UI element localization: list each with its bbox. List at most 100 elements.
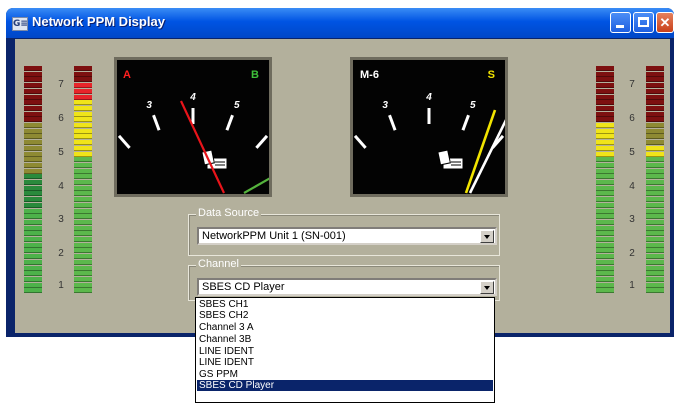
channel-option[interactable]: Channel 3 A (197, 322, 493, 333)
left-level-bar (74, 66, 92, 294)
led-segment (646, 128, 664, 134)
maximize-icon (638, 17, 649, 27)
led-segment (596, 128, 614, 134)
led-segment (74, 191, 92, 197)
led-segment (74, 225, 92, 231)
led-segment (646, 145, 664, 151)
led-segment (24, 94, 42, 100)
led-segment (596, 276, 614, 282)
led-segment (24, 248, 42, 254)
data-source-select[interactable]: NetworkPPM Unit 1 (SN-001) (197, 227, 497, 245)
channel-value: SBES CD Player (202, 281, 285, 293)
led-segment (74, 83, 92, 89)
led-segment (596, 94, 614, 100)
led-segment (74, 185, 92, 191)
led-segment (646, 88, 664, 94)
channel-option[interactable]: GS PPM (197, 369, 493, 380)
led-segment (596, 168, 614, 174)
channel-option-selected[interactable]: SBES CD Player (197, 380, 493, 391)
meter-tick-label: 3 (146, 100, 152, 111)
led-segment (24, 168, 42, 174)
data-source-dropdown-button[interactable] (480, 230, 494, 243)
led-segment (596, 242, 614, 248)
scale-label: 1 (629, 280, 635, 291)
channel-option[interactable]: LINE IDENT (197, 357, 493, 368)
maximize-button[interactable] (633, 12, 654, 33)
scale-label: 3 (58, 214, 64, 225)
left-peak-bar (24, 66, 42, 294)
led-segment (74, 237, 92, 242)
scale-label: 2 (629, 248, 635, 259)
led-segment (74, 174, 92, 180)
led-segment (74, 71, 92, 77)
led-segment (74, 282, 92, 288)
led-segment (596, 117, 614, 123)
led-segment (596, 157, 614, 163)
led-segment (646, 157, 664, 163)
led-segment (24, 157, 42, 163)
led-segment (74, 248, 92, 254)
led-segment (596, 145, 614, 151)
led-segment (24, 88, 42, 94)
scale-label: 7 (629, 79, 635, 90)
meter-tick-label: 5 (470, 100, 476, 111)
led-segment (646, 71, 664, 77)
meter-m6-s: 1234567 M-6 S (350, 57, 508, 197)
led-segment (646, 66, 664, 71)
app-icon: G≡ (12, 17, 28, 31)
led-segment (24, 254, 42, 260)
meter-label-a: A (123, 69, 131, 81)
led-segment (596, 185, 614, 191)
led-segment (74, 254, 92, 260)
channel-option[interactable]: LINE IDENT (197, 346, 493, 357)
led-segment (24, 197, 42, 203)
led-segment (74, 134, 92, 140)
led-segment (24, 191, 42, 197)
meter-tick-label: 4 (189, 92, 196, 103)
scale-label: 4 (58, 181, 64, 192)
right-level-bar (596, 66, 614, 294)
led-segment (74, 271, 92, 277)
scale-label: 5 (629, 147, 635, 158)
led-segment (24, 282, 42, 288)
channel-option[interactable]: SBES CH2 (197, 310, 493, 321)
led-segment (646, 123, 664, 128)
led-segment (24, 111, 42, 117)
channel-select[interactable]: SBES CD Player (197, 278, 497, 296)
meter-tick-label: 3 (382, 100, 388, 111)
led-segment (646, 197, 664, 203)
led-segment (24, 134, 42, 140)
led-segment (24, 105, 42, 111)
channel-option[interactable]: Channel 3B (197, 334, 493, 345)
led-segment (646, 94, 664, 100)
led-segment (24, 271, 42, 277)
led-segment (24, 77, 42, 83)
led-segment (24, 276, 42, 282)
led-segment (74, 180, 92, 185)
led-segment (646, 168, 664, 174)
meter-label-m6: M-6 (360, 69, 379, 81)
minimize-button[interactable] (610, 12, 631, 33)
minimize-icon (616, 25, 624, 28)
led-segment (24, 71, 42, 77)
meter-tick (117, 134, 131, 149)
meter-tick (225, 114, 234, 131)
channel-option[interactable]: SBES CH1 (197, 299, 493, 310)
led-segment (596, 105, 614, 111)
led-segment (24, 174, 42, 180)
led-segment (24, 162, 42, 168)
led-segment (596, 219, 614, 225)
window-title: Network PPM Display (32, 14, 165, 29)
led-segment (646, 202, 664, 208)
led-segment (596, 259, 614, 265)
led-segment (646, 231, 664, 237)
led-segment (646, 77, 664, 83)
led-segment (74, 77, 92, 83)
title-bar[interactable]: G≡ Network PPM Display ✕ (6, 8, 674, 38)
scale-label: 1 (58, 280, 64, 291)
needle-b (243, 177, 269, 194)
meter-a-b-face: 1234567 A B (117, 69, 269, 194)
channel-dropdown-button[interactable] (480, 281, 494, 294)
led-segment (646, 83, 664, 89)
close-button[interactable]: ✕ (656, 12, 674, 33)
